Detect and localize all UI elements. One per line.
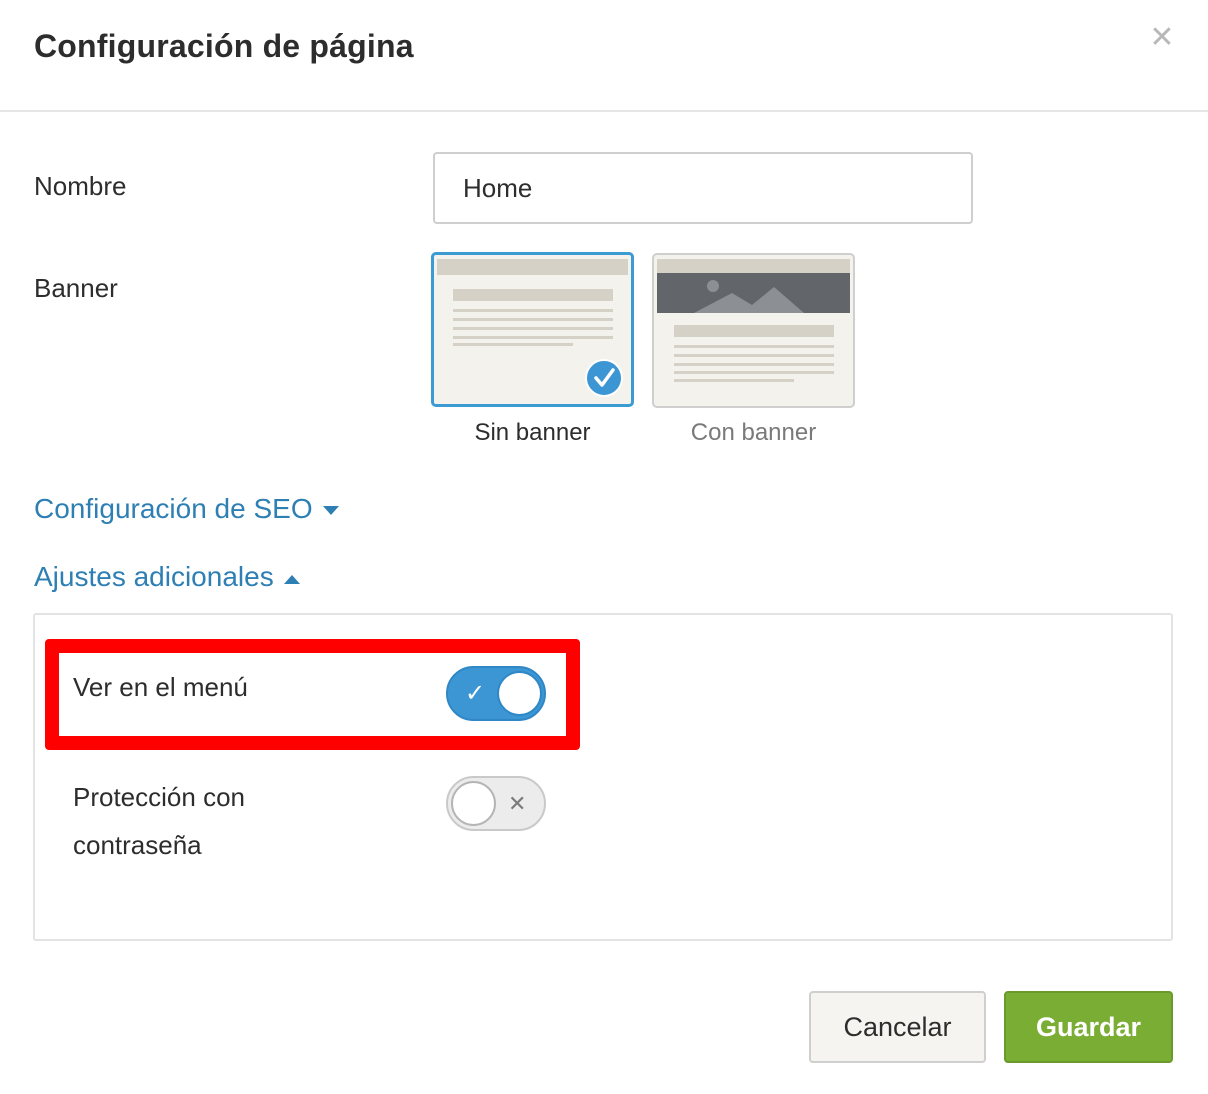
caret-up-icon [283, 574, 300, 584]
toggle-knob [451, 781, 496, 826]
close-icon[interactable]: ✕ [1146, 22, 1178, 54]
dialog-title: Configuración de página [34, 28, 414, 64]
dialog-header: Configuración de página ✕ [0, 0, 1208, 112]
check-icon: ✓ [465, 680, 486, 707]
save-button[interactable]: Guardar [1004, 991, 1173, 1063]
name-label: Nombre [34, 171, 127, 201]
banner-caption-sin-banner[interactable]: Sin banner [431, 419, 634, 447]
caret-down-icon [322, 505, 339, 515]
password-protection-label-line2: contraseña [73, 830, 202, 860]
x-icon: ✕ [508, 791, 527, 816]
password-protection-toggle[interactable]: ✕ [446, 776, 546, 831]
banner-label: Banner [34, 273, 118, 303]
banner-option-sin-banner[interactable] [431, 252, 634, 407]
name-input[interactable] [433, 152, 973, 224]
toggle-knob [497, 671, 542, 716]
seo-settings-toggle[interactable]: Configuración de SEO [34, 493, 339, 525]
password-protection-label-line1: Protección con [73, 782, 245, 812]
page-settings-dialog: Configuración de página ✕ Nombre Banner … [0, 0, 1208, 1094]
additional-settings-label: Ajustes adicionales [34, 561, 274, 592]
additional-settings-toggle[interactable]: Ajustes adicionales [34, 561, 300, 593]
show-in-menu-label: Ver en el menú [73, 672, 248, 702]
cancel-button[interactable]: Cancelar [809, 991, 986, 1063]
banner-caption-con-banner[interactable]: Con banner [652, 419, 855, 447]
selected-check-icon [585, 359, 623, 397]
banner-preview-icon [657, 259, 850, 382]
banner-option-con-banner[interactable] [652, 253, 855, 408]
seo-settings-label: Configuración de SEO [34, 493, 313, 524]
show-in-menu-toggle[interactable]: ✓ [446, 666, 546, 721]
